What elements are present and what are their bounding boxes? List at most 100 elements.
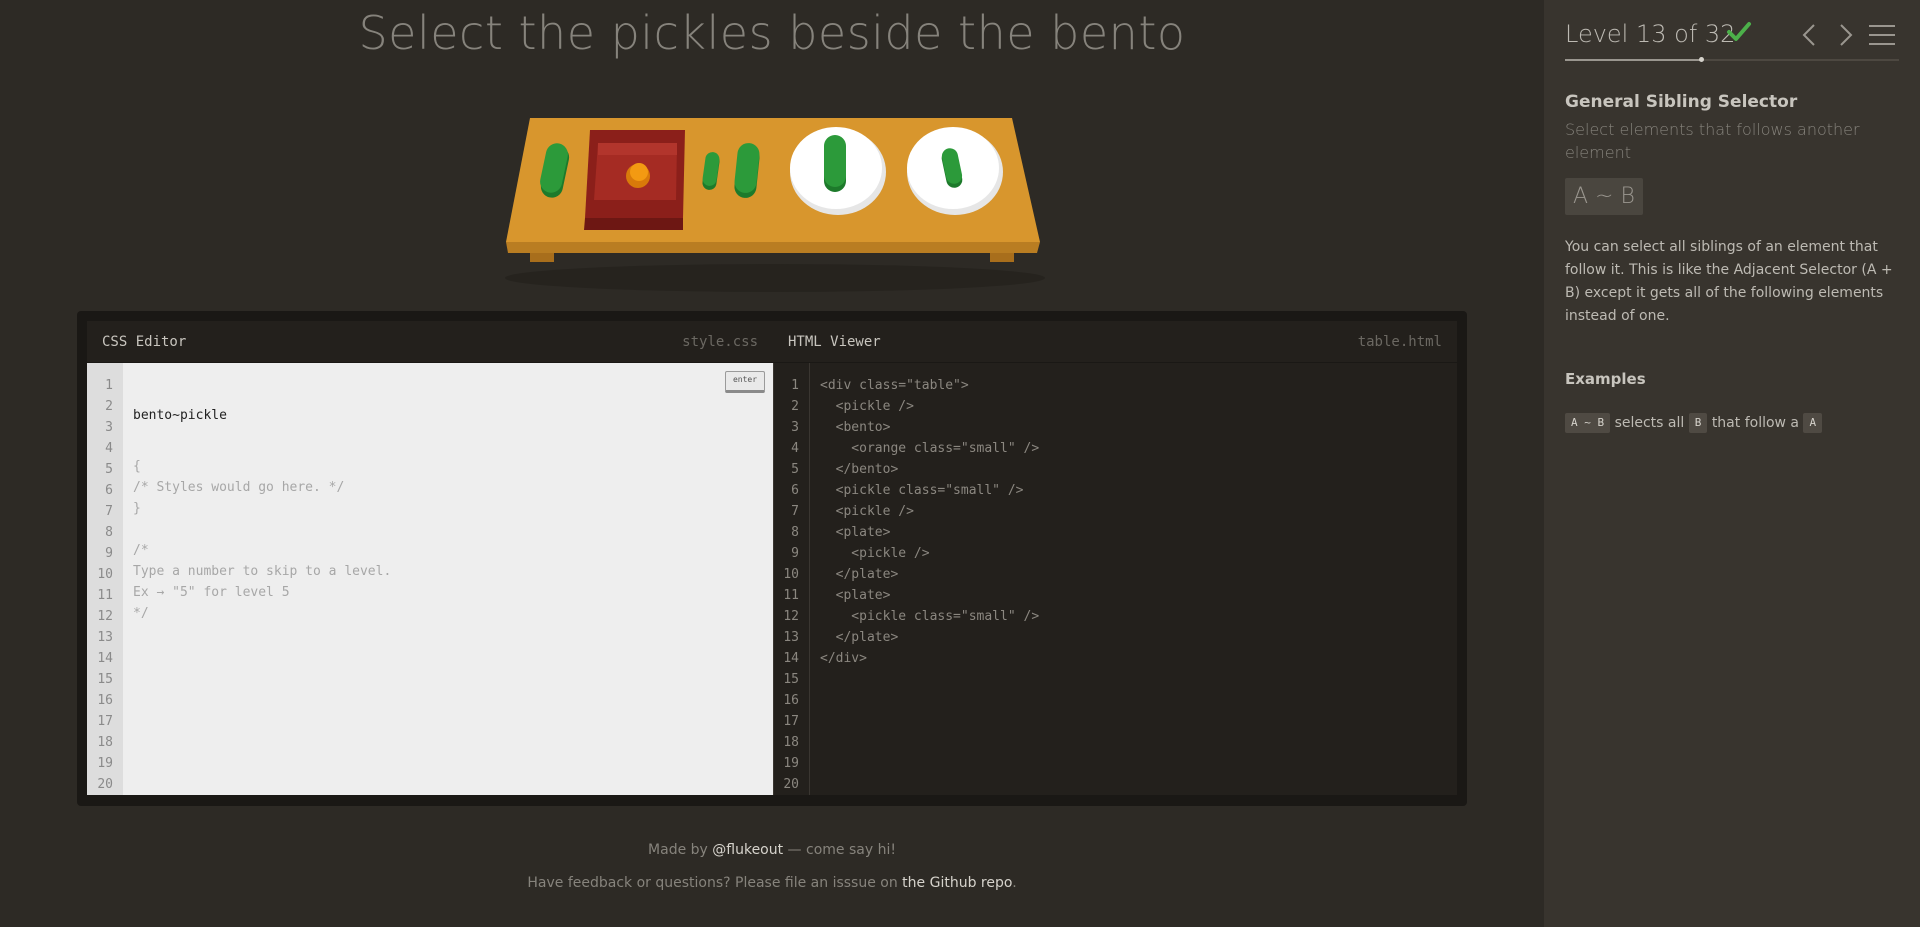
line-number: 11 <box>97 588 113 603</box>
line-number: 15 <box>97 672 113 687</box>
line-number: 9 <box>791 546 799 561</box>
level-indicator: Level 13 of 32 <box>1565 20 1736 48</box>
markup-line[interactable]: <plate> <box>820 522 1457 543</box>
css-code: bento~pickle { /* Styles would go here. *… <box>133 375 773 624</box>
table-illustration <box>505 118 1045 292</box>
pickle[interactable] <box>824 135 846 192</box>
level-progress-marker <box>1698 57 1704 62</box>
line-number: 19 <box>97 756 113 771</box>
markup-line[interactable]: <bento> <box>820 417 1457 438</box>
line-number: 17 <box>783 714 799 729</box>
made-by-prefix: Made by <box>648 842 713 858</box>
line-number: 3 <box>791 420 799 435</box>
line-number: 6 <box>791 483 799 498</box>
hamburger-menu-icon[interactable] <box>1868 22 1896 48</box>
line-number: 3 <box>105 420 113 435</box>
github-repo-link[interactable]: the Github repo <box>902 875 1012 891</box>
line-number: 11 <box>783 588 799 603</box>
line-number: 16 <box>783 693 799 708</box>
example-tag: A ~ B <box>1565 413 1611 433</box>
css-file-name: style.css <box>682 334 758 350</box>
chevron-right-icon[interactable] <box>1834 22 1856 48</box>
code-line: /* Styles would go here. */ <box>133 480 345 495</box>
flukeout-link[interactable]: @flukeout <box>712 842 783 858</box>
dining-table <box>500 110 1050 300</box>
line-number: 6 <box>105 483 113 498</box>
line-number: 1 <box>791 378 799 393</box>
line-number: 10 <box>97 567 113 582</box>
markup-line[interactable]: <pickle /> <box>820 396 1457 417</box>
markup-line[interactable]: <orange class="small" /> <box>820 438 1457 459</box>
html-viewer-title: HTML Viewer <box>788 334 881 350</box>
line-number: 10 <box>783 567 799 582</box>
line-number: 8 <box>791 525 799 540</box>
css-editor-title: CSS Editor <box>102 334 187 350</box>
selector-name: General Sibling Selector <box>1565 92 1798 112</box>
html-viewer-body: 1 2 3 4 5 6 7 8 9 10 11 12 13 14 15 16 17 18 19 20 <div cla… <box>773 363 1457 795</box>
line-number: 14 <box>783 651 799 666</box>
editor: CSS Editor style.css 1 2 3 4 5 6 7 8 9 10 11 12 13 14… <box>77 311 1467 806</box>
html-viewer-panel: HTML Viewer table.html 1 2 3 4 5 6 7 8 9 10 11 12 13… <box>773 321 1457 795</box>
markup-line[interactable]: </plate> <box>820 564 1457 585</box>
line-number: 7 <box>791 504 799 519</box>
credits-feedback: Have feedback or questions? Please file … <box>0 875 1544 891</box>
sidebar: Level 13 of 32 General Sibling Selector … <box>1544 0 1920 927</box>
chevron-left-icon[interactable] <box>1799 22 1821 48</box>
css-input[interactable]: bento~pickle <box>133 405 773 426</box>
example-tag: B <box>1688 413 1708 433</box>
examples-heading: Examples <box>1565 370 1646 388</box>
markup-line[interactable]: </bento> <box>820 459 1457 480</box>
line-number: 13 <box>97 630 113 645</box>
html-code: <div class="table"> <pickle /> <bento> <… <box>820 375 1457 669</box>
markup-line[interactable]: <pickle /> <box>820 501 1457 522</box>
css-editor-header: CSS Editor style.css <box>87 321 773 363</box>
markup-line[interactable]: <pickle /> <box>820 543 1457 564</box>
markup-line[interactable]: </plate> <box>820 627 1457 648</box>
line-number: 20 <box>97 777 113 792</box>
html-viewer-header: HTML Viewer table.html <box>773 321 1457 363</box>
level-progress-fill <box>1565 59 1701 61</box>
line-number: 12 <box>783 609 799 624</box>
markup-line[interactable]: <plate> <box>820 585 1457 606</box>
html-file-name: table.html <box>1357 334 1442 350</box>
html-line-numbers: 1 2 3 4 5 6 7 8 9 10 11 12 13 14 15 16 17 18 19 20 <box>774 363 810 795</box>
example-tag: A <box>1803 413 1823 433</box>
line-number: 20 <box>783 777 799 792</box>
markup-line[interactable]: </div> <box>820 648 1457 669</box>
line-number: 18 <box>97 735 113 750</box>
code-line: { <box>133 459 141 474</box>
css-editor-body: 1 2 3 4 5 6 7 8 9 10 11 12 13 14 15 16 17 18 19 20 bento~pi… <box>87 363 773 795</box>
code-line: */ <box>133 606 149 621</box>
line-number: 8 <box>105 525 113 540</box>
line-number: 17 <box>97 714 113 729</box>
feedback-suffix: . <box>1012 875 1017 891</box>
example-item: A ~ B selects all B that follow a A <box>1565 412 1823 434</box>
line-number: 16 <box>97 693 113 708</box>
line-number: 18 <box>783 735 799 750</box>
markup-line[interactable]: <pickle class="small" /> <box>820 606 1457 627</box>
enter-button[interactable]: enter <box>725 371 765 393</box>
markup-line[interactable]: <div class="table"> <box>820 375 1457 396</box>
code-line: } <box>133 501 141 516</box>
code-line: Ex → "5" for level 5 <box>133 585 290 600</box>
example-text: selects all <box>1614 415 1685 431</box>
code-line: /* <box>133 543 149 558</box>
credits-made-by: Made by @flukeout — come say hi! <box>0 842 1544 858</box>
line-number: 1 <box>105 378 113 393</box>
line-number: 7 <box>105 504 113 519</box>
css-line-numbers: 1 2 3 4 5 6 7 8 9 10 11 12 13 14 15 16 17 18 19 20 <box>87 363 123 795</box>
checkmark-icon <box>1727 22 1751 41</box>
line-number: 13 <box>783 630 799 645</box>
line-number: 5 <box>791 462 799 477</box>
line-number: 5 <box>105 462 113 477</box>
level-progress-bar <box>1565 57 1899 62</box>
selector-syntax: A ~ B <box>1565 178 1643 215</box>
bento[interactable] <box>584 130 685 230</box>
markup-line[interactable]: <pickle class="small" /> <box>820 480 1457 501</box>
line-number: 12 <box>97 609 113 624</box>
made-by-suffix: — come say hi! <box>783 842 896 858</box>
css-editor-panel: CSS Editor style.css 1 2 3 4 5 6 7 8 9 10 11 12 13 14… <box>87 321 773 795</box>
line-number: 2 <box>105 399 113 414</box>
line-number: 4 <box>791 441 799 456</box>
